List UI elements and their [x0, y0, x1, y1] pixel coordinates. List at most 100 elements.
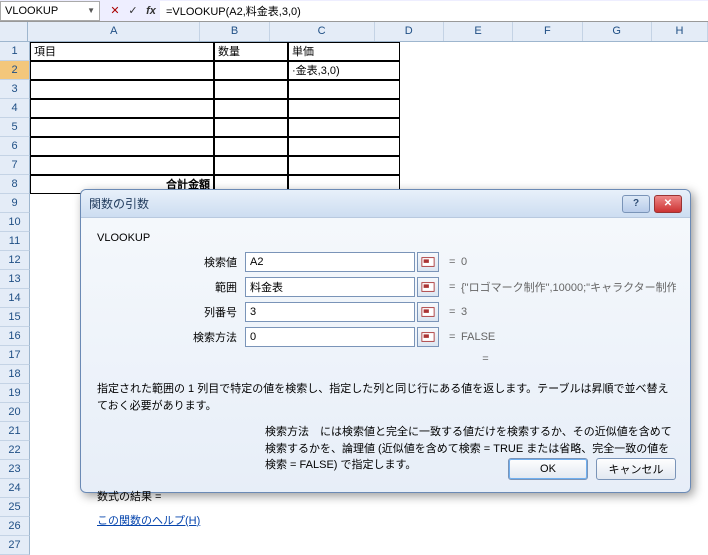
cell-C5[interactable] — [288, 118, 400, 137]
row-header-22[interactable]: 22 — [0, 441, 30, 460]
col-header-C[interactable]: C — [270, 22, 375, 41]
function-name: VLOOKUP — [97, 232, 676, 244]
close-icon[interactable]: ✕ — [654, 195, 682, 213]
row-header-3[interactable]: 3 — [0, 80, 30, 99]
cell-B4[interactable] — [214, 99, 288, 118]
accept-formula-icon[interactable]: ✓ — [124, 2, 142, 20]
arg-input-col-index[interactable] — [245, 302, 415, 322]
dialog-buttons: OK キャンセル — [508, 458, 676, 480]
row-header-27[interactable]: 27 — [0, 536, 30, 555]
row-header-24[interactable]: 24 — [0, 479, 30, 498]
row-header-18[interactable]: 18 — [0, 365, 30, 384]
dialog-help-icon[interactable]: ? — [622, 195, 650, 213]
col-header-D[interactable]: D — [375, 22, 444, 41]
chevron-down-icon[interactable]: ▼ — [87, 6, 95, 15]
arg-row-col-index: 列番号 = 3 — [95, 302, 676, 322]
row-header-8[interactable]: 8 — [0, 175, 30, 194]
cell-A1[interactable]: 項目 — [30, 42, 214, 61]
cell-A6[interactable] — [30, 137, 214, 156]
arg-label: 検索方法 — [95, 329, 245, 345]
cell-B2[interactable] — [214, 61, 288, 80]
cell-B6[interactable] — [214, 137, 288, 156]
formula-bar: VLOOKUP ▼ ✕ ✓ fx =VLOOKUP(A2,料金表,3,0) — [0, 0, 708, 22]
row-header-25[interactable]: 25 — [0, 498, 30, 517]
name-box-text: VLOOKUP — [5, 5, 58, 17]
range-selector-icon[interactable] — [417, 277, 439, 297]
arg-input-range-lookup[interactable] — [245, 327, 415, 347]
function-help-link[interactable]: この関数のヘルプ(H) — [97, 515, 200, 527]
range-selector-icon[interactable] — [417, 252, 439, 272]
row-header-6[interactable]: 6 — [0, 137, 30, 156]
cell-B1[interactable]: 数量 — [214, 42, 288, 61]
dialog-title-text: 関数の引数 — [89, 195, 149, 212]
row-header-20[interactable]: 20 — [0, 403, 30, 422]
function-description: 指定された範囲の 1 列目で特定の値を検索し、指定した列と同じ行にある値を返しま… — [97, 381, 674, 414]
cell-B3[interactable] — [214, 80, 288, 99]
cell-C4[interactable] — [288, 99, 400, 118]
equals-sign: = — [449, 306, 461, 318]
row-header-16[interactable]: 16 — [0, 327, 30, 346]
equals-sign: = — [449, 331, 461, 343]
arg-input-table-array[interactable] — [245, 277, 415, 297]
cell-A3[interactable] — [30, 80, 214, 99]
col-header-G[interactable]: G — [583, 22, 652, 41]
row-header-2[interactable]: 2 — [0, 61, 30, 80]
row-header-5[interactable]: 5 — [0, 118, 30, 137]
result-equals: = — [295, 353, 676, 365]
col-header-E[interactable]: E — [444, 22, 513, 41]
arg-result: FALSE — [461, 331, 676, 343]
cancel-formula-icon[interactable]: ✕ — [106, 2, 124, 20]
row-header-9[interactable]: 9 — [0, 194, 30, 213]
row-header-23[interactable]: 23 — [0, 460, 30, 479]
row-header-7[interactable]: 7 — [0, 156, 30, 175]
formula-input[interactable]: =VLOOKUP(A2,料金表,3,0) — [160, 1, 708, 21]
cell-B7[interactable] — [214, 156, 288, 175]
equals-sign: = — [449, 256, 461, 268]
cell-C7[interactable] — [288, 156, 400, 175]
select-all-corner[interactable] — [0, 22, 28, 41]
dialog-body: VLOOKUP 検索値 = 0 範囲 = {"ロゴマーク制作",10000;"キ… — [81, 218, 690, 538]
row-header-12[interactable]: 12 — [0, 251, 30, 270]
cell-C1[interactable]: 単価 — [288, 42, 400, 61]
cell-C3[interactable] — [288, 80, 400, 99]
cell-C6[interactable] — [288, 137, 400, 156]
cell-B5[interactable] — [214, 118, 288, 137]
row-header-19[interactable]: 19 — [0, 384, 30, 403]
row-header-13[interactable]: 13 — [0, 270, 30, 289]
row-header-14[interactable]: 14 — [0, 289, 30, 308]
cell-A4[interactable] — [30, 99, 214, 118]
cell-A2[interactable] — [30, 61, 214, 80]
fx-icon[interactable]: fx — [142, 2, 160, 20]
formula-result-label: 数式の結果 = — [97, 488, 674, 504]
function-arguments-dialog: 関数の引数 ? ✕ VLOOKUP 検索値 = 0 範囲 = {"ロゴマーク制作… — [80, 189, 691, 493]
row-header-10[interactable]: 10 — [0, 213, 30, 232]
arg-row-range-lookup: 検索方法 = FALSE — [95, 327, 676, 347]
arg-label: 範囲 — [95, 279, 245, 295]
row-header-26[interactable]: 26 — [0, 517, 30, 536]
row-header-17[interactable]: 17 — [0, 346, 30, 365]
col-header-A[interactable]: A — [28, 22, 200, 41]
dialog-titlebar[interactable]: 関数の引数 ? ✕ — [81, 190, 690, 218]
equals-sign: = — [449, 281, 461, 293]
col-header-B[interactable]: B — [200, 22, 269, 41]
col-header-F[interactable]: F — [513, 22, 582, 41]
row-header-15[interactable]: 15 — [0, 308, 30, 327]
row-header-21[interactable]: 21 — [0, 422, 30, 441]
cancel-button[interactable]: キャンセル — [596, 458, 676, 480]
row-header-1[interactable]: 1 — [0, 42, 30, 61]
row-header-11[interactable]: 11 — [0, 232, 30, 251]
cell-C2[interactable]: ·金表,3,0) — [288, 61, 400, 80]
cell-A5[interactable] — [30, 118, 214, 137]
name-box[interactable]: VLOOKUP ▼ — [0, 1, 100, 21]
row-headers: 1 2 3 4 5 6 7 8 9 10 11 12 13 14 15 16 1… — [0, 42, 30, 555]
arg-result: 0 — [461, 256, 676, 268]
col-header-H[interactable]: H — [652, 22, 708, 41]
range-selector-icon[interactable] — [417, 327, 439, 347]
arg-input-lookup-value[interactable] — [245, 252, 415, 272]
arg-result: 3 — [461, 306, 676, 318]
row-header-4[interactable]: 4 — [0, 99, 30, 118]
range-selector-icon[interactable] — [417, 302, 439, 322]
cell-A7[interactable] — [30, 156, 214, 175]
ok-button[interactable]: OK — [508, 458, 588, 480]
arg-label: 列番号 — [95, 304, 245, 320]
